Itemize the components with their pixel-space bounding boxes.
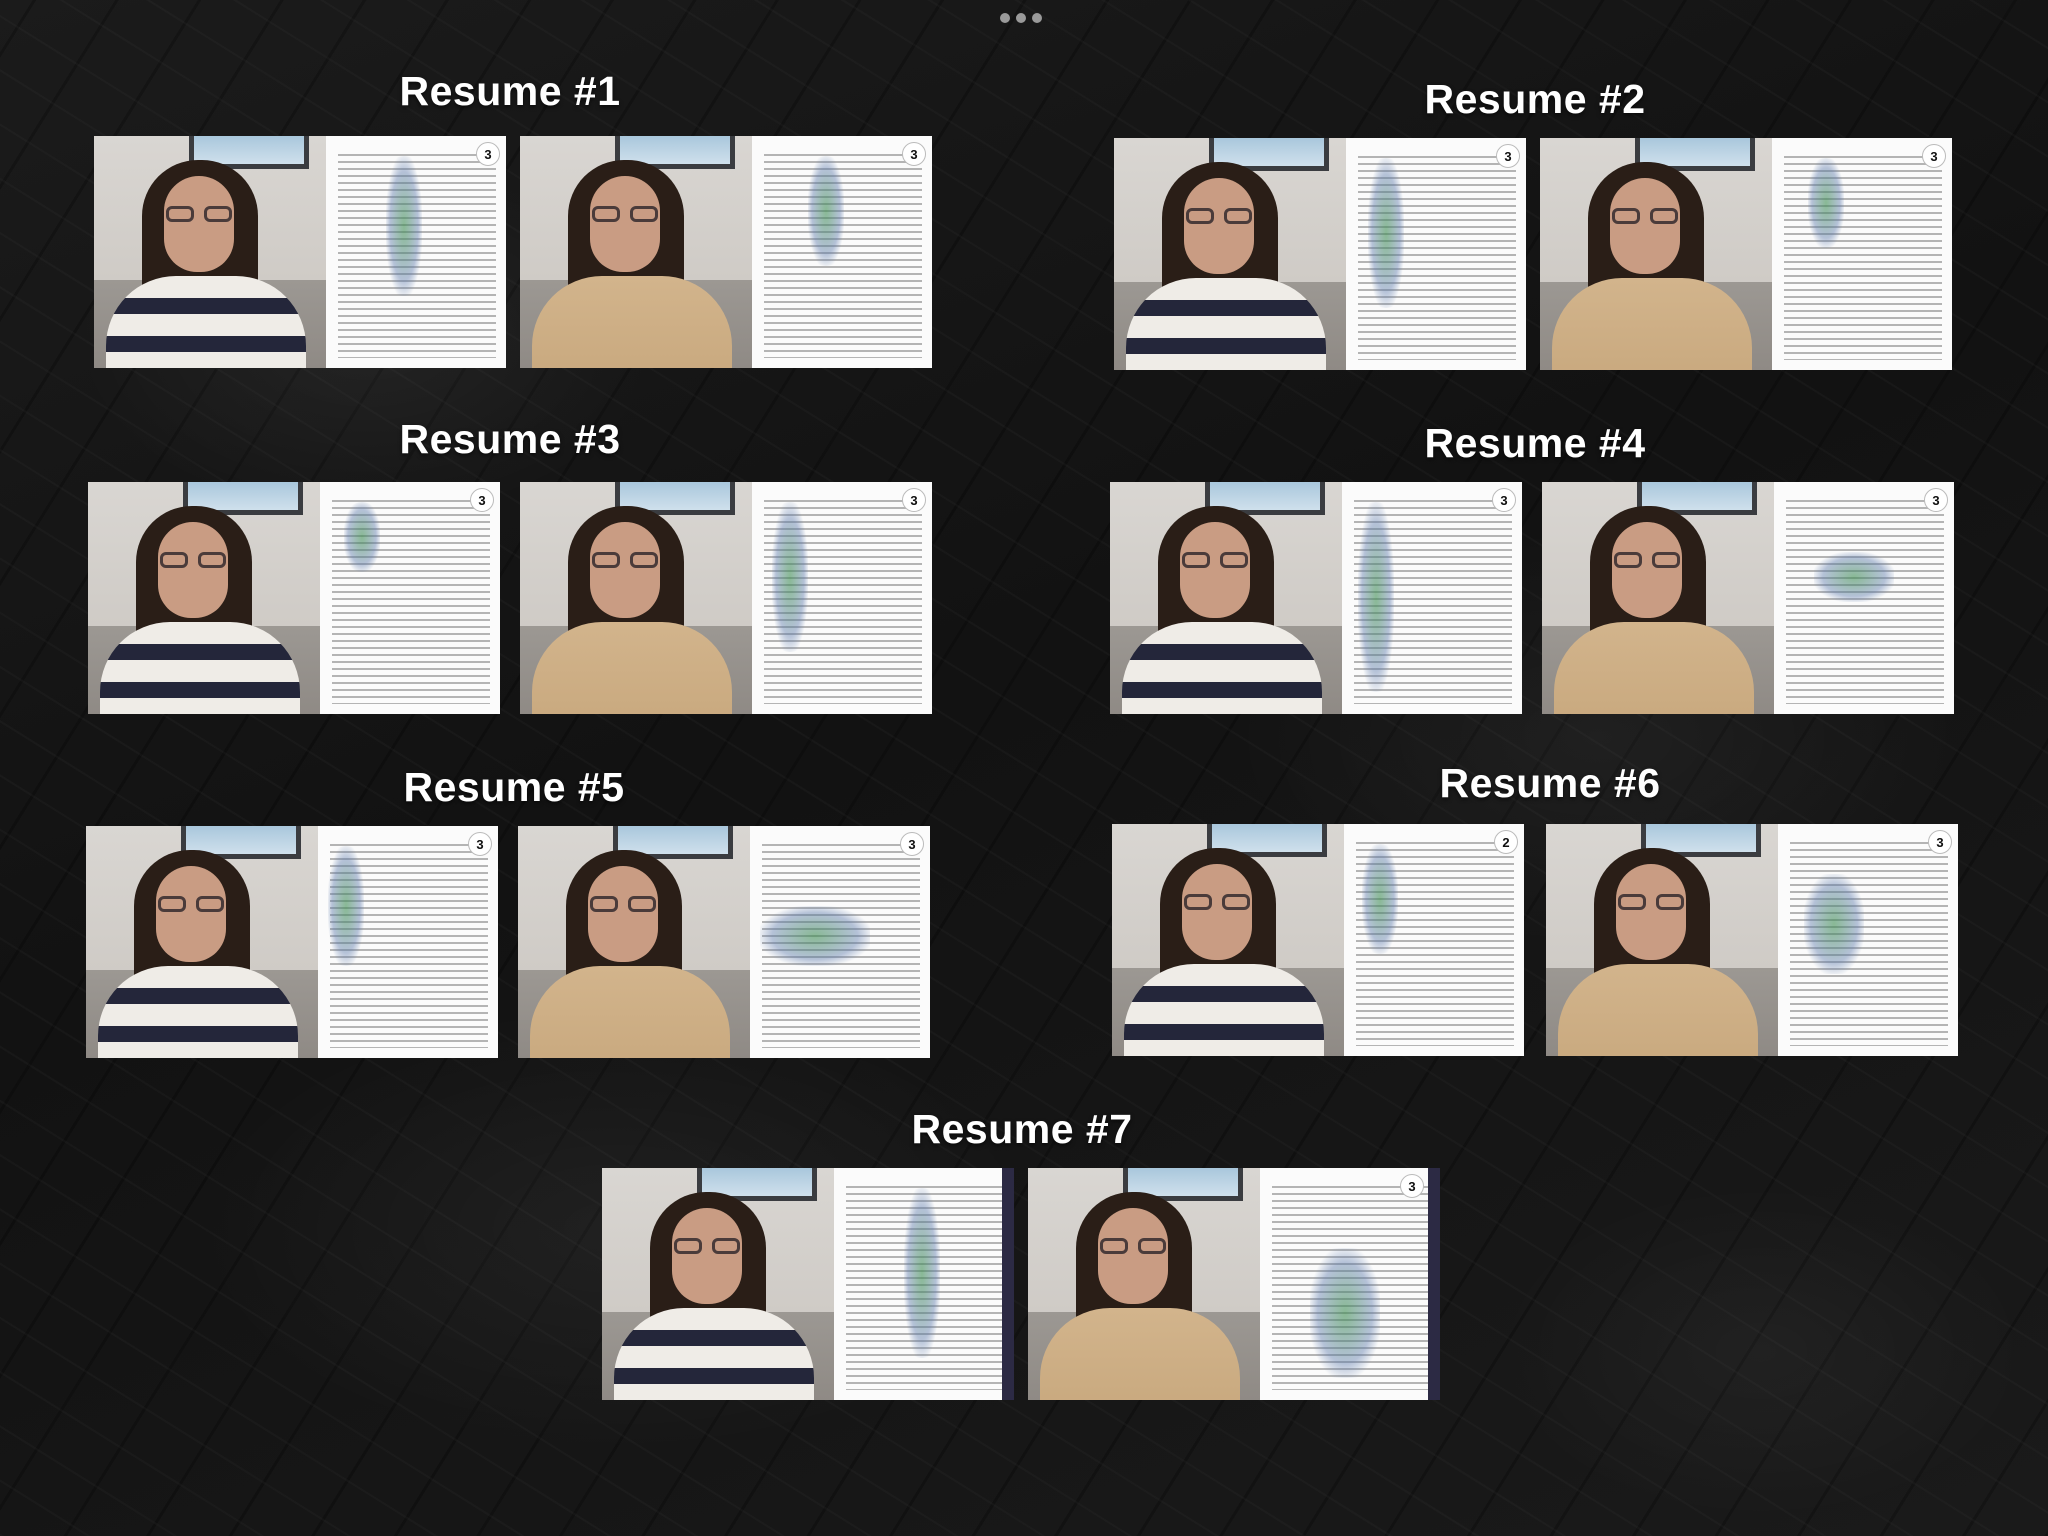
glasses-icon bbox=[1612, 552, 1682, 570]
section-title-resume-4: Resume #4 bbox=[1424, 420, 1646, 466]
section-title-resume-3: Resume #3 bbox=[399, 416, 621, 462]
page-badge: 3 bbox=[1928, 830, 1952, 854]
video-thumbnail-resume-6-a[interactable]: 2 bbox=[1112, 824, 1524, 1056]
resume-preview: 3 bbox=[1346, 138, 1526, 370]
page-badge: 3 bbox=[468, 832, 492, 856]
resume-preview: 3 bbox=[1774, 482, 1954, 714]
page-badge: 3 bbox=[900, 832, 924, 856]
page-badge: 3 bbox=[470, 488, 494, 512]
resume-preview: 3 bbox=[318, 826, 498, 1058]
more-dots-icon[interactable] bbox=[1000, 13, 1048, 25]
resume-preview: 3 bbox=[750, 826, 930, 1058]
section-title-resume-7: Resume #7 bbox=[911, 1106, 1133, 1152]
page-badge: 3 bbox=[1924, 488, 1948, 512]
section-title-resume-1: Resume #1 bbox=[399, 68, 621, 114]
page-badge: 3 bbox=[902, 142, 926, 166]
glasses-icon bbox=[590, 552, 660, 570]
resume-preview: 3 bbox=[1260, 1168, 1440, 1400]
section-title-resume-2: Resume #2 bbox=[1424, 76, 1646, 122]
glasses-icon bbox=[164, 206, 234, 224]
video-thumbnail-resume-1-b[interactable]: 3 bbox=[520, 136, 932, 368]
glasses-icon bbox=[1180, 552, 1250, 570]
video-thumbnail-resume-2-a[interactable]: 3 bbox=[1114, 138, 1526, 370]
video-thumbnail-resume-4-b[interactable]: 3 bbox=[1542, 482, 1954, 714]
glasses-icon bbox=[588, 896, 658, 914]
resume-preview: 3 bbox=[326, 136, 506, 368]
resume-preview: 3 bbox=[752, 136, 932, 368]
video-thumbnail-resume-1-a[interactable]: 3 bbox=[94, 136, 506, 368]
resume-preview bbox=[834, 1168, 1014, 1400]
video-thumbnail-resume-5-b[interactable]: 3 bbox=[518, 826, 930, 1058]
glasses-icon bbox=[1616, 894, 1686, 912]
glasses-icon bbox=[672, 1238, 742, 1256]
resume-preview: 3 bbox=[752, 482, 932, 714]
glasses-icon bbox=[158, 552, 228, 570]
video-thumbnail-resume-7-b[interactable]: 3 bbox=[1028, 1168, 1440, 1400]
video-thumbnail-resume-2-b[interactable]: 3 bbox=[1540, 138, 1952, 370]
page-badge: 3 bbox=[476, 142, 500, 166]
page-badge: 3 bbox=[1496, 144, 1520, 168]
resume-preview: 2 bbox=[1344, 824, 1524, 1056]
page-badge: 2 bbox=[1494, 830, 1518, 854]
resume-preview: 3 bbox=[1772, 138, 1952, 370]
page-badge: 3 bbox=[1492, 488, 1516, 512]
resume-preview: 3 bbox=[1778, 824, 1958, 1056]
video-thumbnail-resume-4-a[interactable]: 3 bbox=[1110, 482, 1522, 714]
resume-preview: 3 bbox=[1342, 482, 1522, 714]
video-thumbnail-resume-5-a[interactable]: 3 bbox=[86, 826, 498, 1058]
glasses-icon bbox=[1182, 894, 1252, 912]
video-thumbnail-resume-3-a[interactable]: 3 bbox=[88, 482, 500, 714]
section-title-resume-5: Resume #5 bbox=[403, 764, 625, 810]
page-badge: 3 bbox=[902, 488, 926, 512]
page-badge: 3 bbox=[1400, 1174, 1424, 1198]
resume-preview: 3 bbox=[320, 482, 500, 714]
glasses-icon bbox=[1184, 208, 1254, 226]
glasses-icon bbox=[590, 206, 660, 224]
glasses-icon bbox=[1098, 1238, 1168, 1256]
page-badge: 3 bbox=[1922, 144, 1946, 168]
glasses-icon bbox=[156, 896, 226, 914]
video-thumbnail-resume-7-a[interactable] bbox=[602, 1168, 1014, 1400]
glasses-icon bbox=[1610, 208, 1680, 226]
section-title-resume-6: Resume #6 bbox=[1439, 760, 1661, 806]
video-thumbnail-resume-3-b[interactable]: 3 bbox=[520, 482, 932, 714]
video-thumbnail-resume-6-b[interactable]: 3 bbox=[1546, 824, 1958, 1056]
